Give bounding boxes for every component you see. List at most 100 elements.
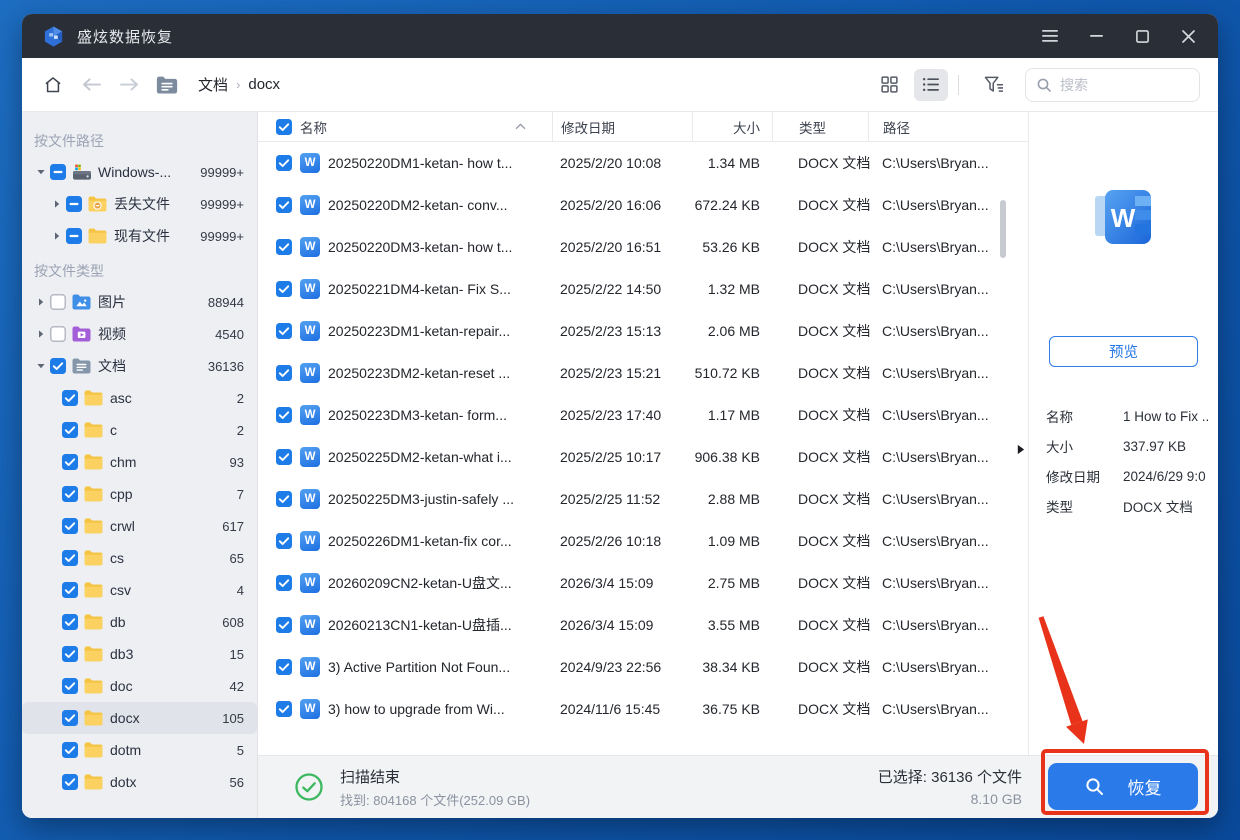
checkbox-checked-icon[interactable] — [62, 774, 78, 790]
checkbox-checked-icon[interactable] — [62, 518, 78, 534]
checkbox-checked-icon[interactable] — [62, 582, 78, 598]
sidebar-item-dotx[interactable]: dotx56 — [22, 766, 257, 798]
breadcrumb-item-docx[interactable]: docx — [248, 76, 280, 93]
cell-file-type: DOCX 文档 — [772, 489, 868, 509]
sidebar-item-asc[interactable]: asc2 — [22, 382, 257, 414]
sidebar-item-chm[interactable]: chm93 — [22, 446, 257, 478]
table-row[interactable]: W20260209CN2-ketan-U盘文...2026/3/4 15:092… — [258, 562, 1028, 604]
checkbox-checked-icon[interactable] — [62, 710, 78, 726]
sidebar-item-documents[interactable]: 文档36136 — [22, 350, 257, 382]
table-row[interactable]: W20250225DM3-justin-safely ...2025/2/25 … — [258, 478, 1028, 520]
breadcrumb-item-documents[interactable]: 文档 — [198, 74, 228, 95]
sidebar-item-existing-files[interactable]: 现有文件99999+ — [22, 220, 257, 252]
sidebar-item-dotm[interactable]: dotm5 — [22, 734, 257, 766]
chevron-down-icon[interactable] — [32, 361, 50, 371]
sidebar-item-pictures[interactable]: 图片88944 — [22, 286, 257, 318]
checkbox-checked-icon[interactable] — [62, 422, 78, 438]
row-checkbox-checked-icon[interactable] — [276, 155, 292, 171]
table-row[interactable]: W20250221DM4-ketan- Fix S...2025/2/22 14… — [258, 268, 1028, 310]
chevron-right-icon[interactable] — [48, 231, 66, 241]
search-input[interactable] — [1060, 77, 1189, 93]
row-checkbox-checked-icon[interactable] — [276, 533, 292, 549]
grid-view-button[interactable] — [872, 69, 906, 101]
sidebar-item-windows-drive[interactable]: Windows-...99999+ — [22, 156, 257, 188]
checkbox-checked-icon[interactable] — [62, 454, 78, 470]
row-checkbox-checked-icon[interactable] — [276, 407, 292, 423]
checkbox-checked-icon[interactable] — [50, 358, 66, 374]
chevron-right-icon[interactable] — [32, 297, 50, 307]
table-row[interactable]: W20250223DM3-ketan- form...2025/2/23 17:… — [258, 394, 1028, 436]
table-row[interactable]: W20250226DM1-ketan-fix cor...2025/2/26 1… — [258, 520, 1028, 562]
table-row[interactable]: W3) Active Partition Not Foun...2024/9/2… — [258, 646, 1028, 688]
row-checkbox-checked-icon[interactable] — [276, 323, 292, 339]
sidebar-item-crwl[interactable]: crwl617 — [22, 510, 257, 542]
table-row[interactable]: W3) how to upgrade from Wi...2024/11/6 1… — [258, 688, 1028, 730]
sidebar-item-lost-files[interactable]: 丢失文件99999+ — [22, 188, 257, 220]
table-row[interactable]: W20250220DM1-ketan- how t...2025/2/20 10… — [258, 142, 1028, 184]
row-checkbox-checked-icon[interactable] — [276, 197, 292, 213]
collapse-panel-arrow[interactable] — [1016, 443, 1025, 461]
column-header-path[interactable]: 路径 — [868, 112, 1028, 141]
close-icon[interactable] — [1178, 26, 1198, 46]
cell-file-type: DOCX 文档 — [772, 279, 868, 299]
table-row[interactable]: W20250223DM1-ketan-repair...2025/2/23 15… — [258, 310, 1028, 352]
row-checkbox-checked-icon[interactable] — [276, 365, 292, 381]
column-header-size[interactable]: 大小 — [692, 112, 772, 141]
list-view-button[interactable] — [914, 69, 948, 101]
checkbox-checked-icon[interactable] — [62, 550, 78, 566]
maximize-button[interactable] — [1132, 26, 1152, 46]
row-checkbox-checked-icon[interactable] — [276, 617, 292, 633]
table-row[interactable]: W20260213CN1-ketan-U盘插...2026/3/4 15:093… — [258, 604, 1028, 646]
checkbox-checked-icon[interactable] — [62, 390, 78, 406]
minimize-button[interactable] — [1086, 26, 1106, 46]
sidebar-item-db[interactable]: db608 — [22, 606, 257, 638]
checkbox-unchecked-icon[interactable] — [50, 326, 66, 342]
row-checkbox-checked-icon[interactable] — [276, 701, 292, 717]
sidebar-item-videos[interactable]: 视频4540 — [22, 318, 257, 350]
checkbox-indeterminate-icon[interactable] — [66, 196, 82, 212]
checkbox-indeterminate-icon[interactable] — [50, 164, 66, 180]
sidebar-item-db3[interactable]: db315 — [22, 638, 257, 670]
table-row[interactable]: W20250220DM3-ketan- how t...2025/2/20 16… — [258, 226, 1028, 268]
column-header-type[interactable]: 类型 — [772, 112, 868, 141]
back-button[interactable] — [78, 72, 104, 98]
checkbox-checked-icon[interactable] — [62, 678, 78, 694]
chevron-right-icon[interactable] — [32, 329, 50, 339]
scrollbar-thumb[interactable] — [1000, 200, 1006, 258]
row-checkbox-checked-icon[interactable] — [276, 659, 292, 675]
word-file-icon: W — [300, 153, 320, 173]
table-row[interactable]: W20250220DM2-ketan- conv...2025/2/20 16:… — [258, 184, 1028, 226]
chevron-right-icon[interactable] — [48, 199, 66, 209]
sidebar-item-doc[interactable]: doc42 — [22, 670, 257, 702]
sidebar-item-c[interactable]: c2 — [22, 414, 257, 446]
checkbox-checked-icon[interactable] — [62, 614, 78, 630]
filter-button[interactable] — [977, 69, 1011, 101]
home-button[interactable] — [40, 72, 66, 98]
column-header-name[interactable]: 名称 — [258, 112, 552, 141]
sidebar-item-count: 56 — [230, 775, 257, 790]
sidebar-item-cpp[interactable]: cpp7 — [22, 478, 257, 510]
recover-button[interactable]: 恢复 — [1048, 763, 1198, 810]
menu-icon[interactable] — [1040, 26, 1060, 46]
forward-button[interactable] — [116, 72, 142, 98]
chevron-down-icon[interactable] — [32, 167, 50, 177]
row-checkbox-checked-icon[interactable] — [276, 491, 292, 507]
select-all-checkbox[interactable] — [276, 119, 292, 135]
table-row[interactable]: W20250223DM2-ketan-reset ...2025/2/23 15… — [258, 352, 1028, 394]
column-header-date[interactable]: 修改日期 — [552, 112, 692, 141]
row-checkbox-checked-icon[interactable] — [276, 239, 292, 255]
checkbox-checked-icon[interactable] — [62, 646, 78, 662]
checkbox-checked-icon[interactable] — [62, 742, 78, 758]
table-row[interactable]: W20250225DM2-ketan-what i...2025/2/25 10… — [258, 436, 1028, 478]
sort-ascending-icon[interactable] — [515, 123, 526, 130]
checkbox-indeterminate-icon[interactable] — [66, 228, 82, 244]
checkbox-unchecked-icon[interactable] — [50, 294, 66, 310]
row-checkbox-checked-icon[interactable] — [276, 281, 292, 297]
sidebar-item-cs[interactable]: cs65 — [22, 542, 257, 574]
sidebar-item-docx[interactable]: docx105 — [22, 702, 257, 734]
sidebar-item-csv[interactable]: csv4 — [22, 574, 257, 606]
row-checkbox-checked-icon[interactable] — [276, 449, 292, 465]
preview-button[interactable]: 预览 — [1049, 336, 1198, 367]
checkbox-checked-icon[interactable] — [62, 486, 78, 502]
row-checkbox-checked-icon[interactable] — [276, 575, 292, 591]
